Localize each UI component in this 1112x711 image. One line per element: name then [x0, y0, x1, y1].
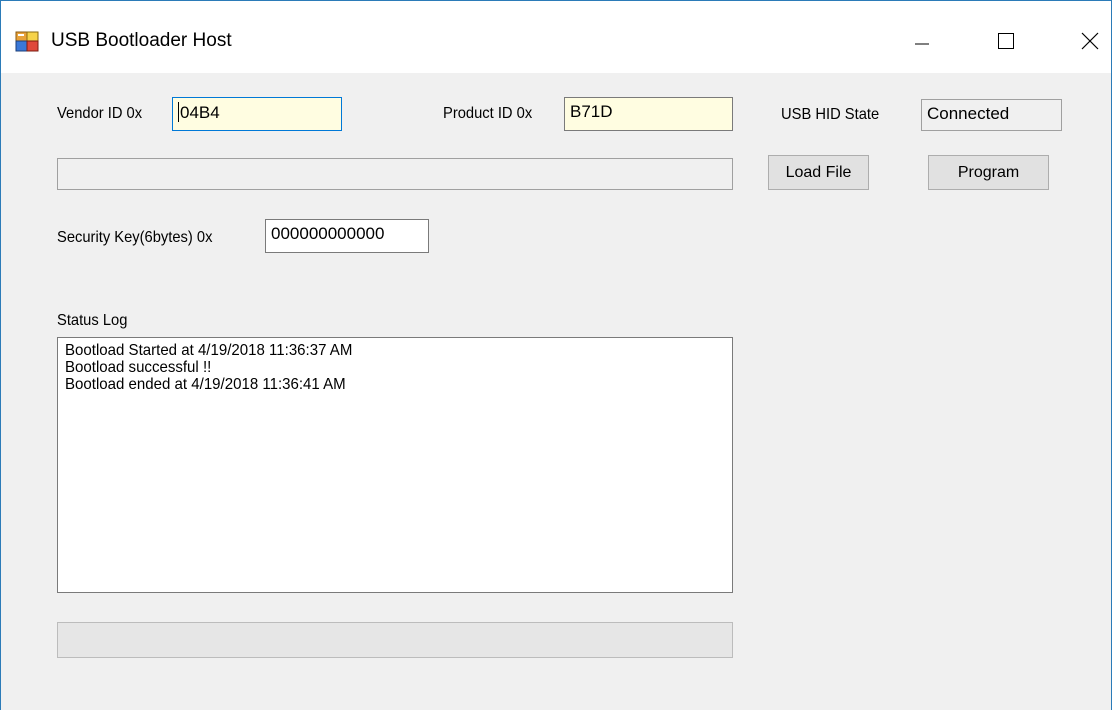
- usb-hid-state-value: Connected: [927, 104, 1010, 123]
- window-title: USB Bootloader Host: [51, 30, 232, 51]
- vendor-id-input[interactable]: 04B4: [172, 97, 342, 131]
- progress-bar: [57, 622, 733, 658]
- maximize-icon: [998, 33, 1014, 49]
- app-window: USB Bootloader Host Vendor ID 0x 04B4 Pr…: [0, 0, 1112, 710]
- text-caret: [178, 102, 179, 122]
- security-key-label: Security Key(6bytes) 0x: [57, 229, 213, 246]
- app-window-icon: [15, 31, 39, 53]
- log-line: Bootload successful !!: [65, 359, 212, 376]
- vendor-id-label: Vendor ID 0x: [57, 105, 143, 122]
- minimize-button[interactable]: [887, 13, 957, 69]
- minimize-icon: [915, 43, 929, 45]
- security-key-input[interactable]: 000000000000: [265, 219, 429, 253]
- status-log-label: Status Log: [57, 312, 128, 329]
- close-button[interactable]: [1055, 13, 1112, 69]
- program-button[interactable]: Program: [928, 155, 1049, 190]
- product-id-input[interactable]: B71D: [564, 97, 733, 131]
- log-line: Bootload ended at 4/19/2018 11:36:41 AM: [65, 376, 346, 393]
- close-icon: [1081, 32, 1099, 50]
- product-id-value: B71D: [570, 102, 613, 121]
- vendor-id-value: 04B4: [180, 103, 220, 122]
- title-bar[interactable]: USB Bootloader Host: [1, 1, 1111, 73]
- usb-hid-state-field: Connected: [921, 99, 1062, 131]
- load-file-button[interactable]: Load File: [768, 155, 869, 190]
- product-id-label: Product ID 0x: [443, 105, 533, 122]
- security-key-value: 000000000000: [271, 224, 385, 243]
- file-path-field[interactable]: [57, 158, 733, 190]
- usb-hid-state-label: USB HID State: [781, 106, 880, 123]
- status-log-textbox[interactable]: Bootload Started at 4/19/2018 11:36:37 A…: [57, 337, 733, 593]
- log-line: Bootload Started at 4/19/2018 11:36:37 A…: [65, 342, 353, 359]
- maximize-button[interactable]: [971, 13, 1041, 69]
